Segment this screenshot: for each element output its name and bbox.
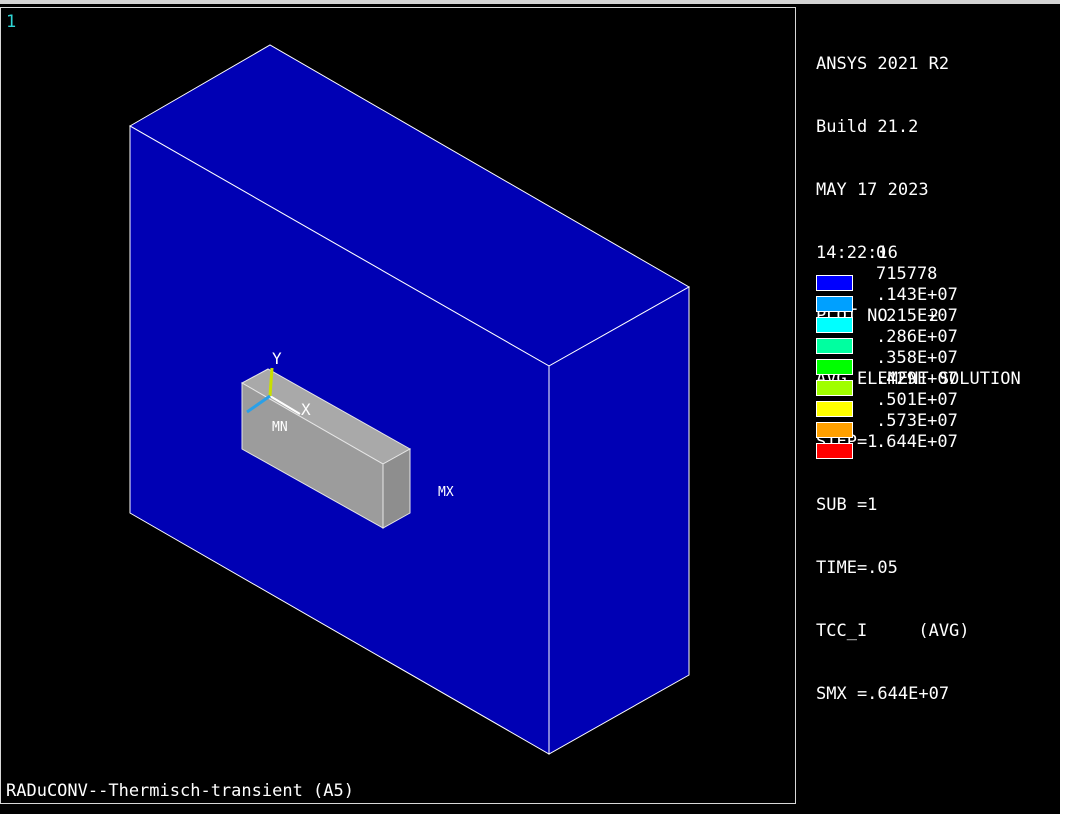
scale-min-label: 0 [876, 243, 887, 263]
legend-date: MAY 17 2023 [816, 180, 929, 200]
scale-label: 715778 [876, 264, 938, 284]
scale-row: .215E+07 [816, 306, 1058, 333]
scale-row: .573E+07 [816, 411, 1058, 438]
scale-label: .501E+07 [876, 390, 958, 410]
scale-row: .501E+07 [816, 390, 1058, 417]
scale-row: .644E+07 [816, 432, 1058, 459]
scale-swatch [816, 443, 853, 459]
scale-label: .143E+07 [876, 285, 958, 305]
window-right-edge [1060, 0, 1065, 814]
contour-scale: 0 715778 .143E+07 .215E+07 .286E+07 .358… [816, 243, 1058, 459]
scale-row: .286E+07 [816, 327, 1058, 354]
legend-program: ANSYS 2021 R2 [816, 54, 950, 74]
scale-label: .573E+07 [876, 411, 958, 431]
model-view[interactable]: Y X MN MX [0, 0, 796, 814]
triad-x-label: X [301, 400, 311, 419]
legend-build: Build 21.2 [816, 117, 919, 137]
triad-y-label: Y [272, 349, 282, 368]
triad-y-axis [268, 367, 274, 397]
scale-row: 0 [816, 243, 1058, 264]
legend-smx: SMX =.644E+07 [816, 684, 950, 704]
scale-label: .429E+07 [876, 369, 958, 389]
scale-row: .143E+07 [816, 285, 1058, 312]
min-marker-label: MN [272, 420, 288, 435]
max-marker-label: MX [438, 485, 454, 500]
scale-label: .358E+07 [876, 348, 958, 368]
ansys-display: 1 Y X MN MX RADuCONV--Thermisch-transien… [0, 0, 1065, 814]
scale-row: 715778 [816, 264, 1058, 291]
box-right-face [548, 286, 690, 755]
legend-substep: SUB =1 [816, 495, 878, 515]
scale-row: .358E+07 [816, 348, 1058, 375]
scale-label: .644E+07 [876, 432, 958, 452]
scale-label: .215E+07 [876, 306, 958, 326]
plot-subtitle: RADuCONV--Thermisch-transient (A5) [6, 781, 354, 801]
scale-row: .429E+07 [816, 369, 1058, 396]
legend-solution-time: TIME=.05 [816, 558, 898, 578]
legend-item: TCC_I (AVG) [816, 621, 970, 641]
scale-label: .286E+07 [876, 327, 958, 347]
